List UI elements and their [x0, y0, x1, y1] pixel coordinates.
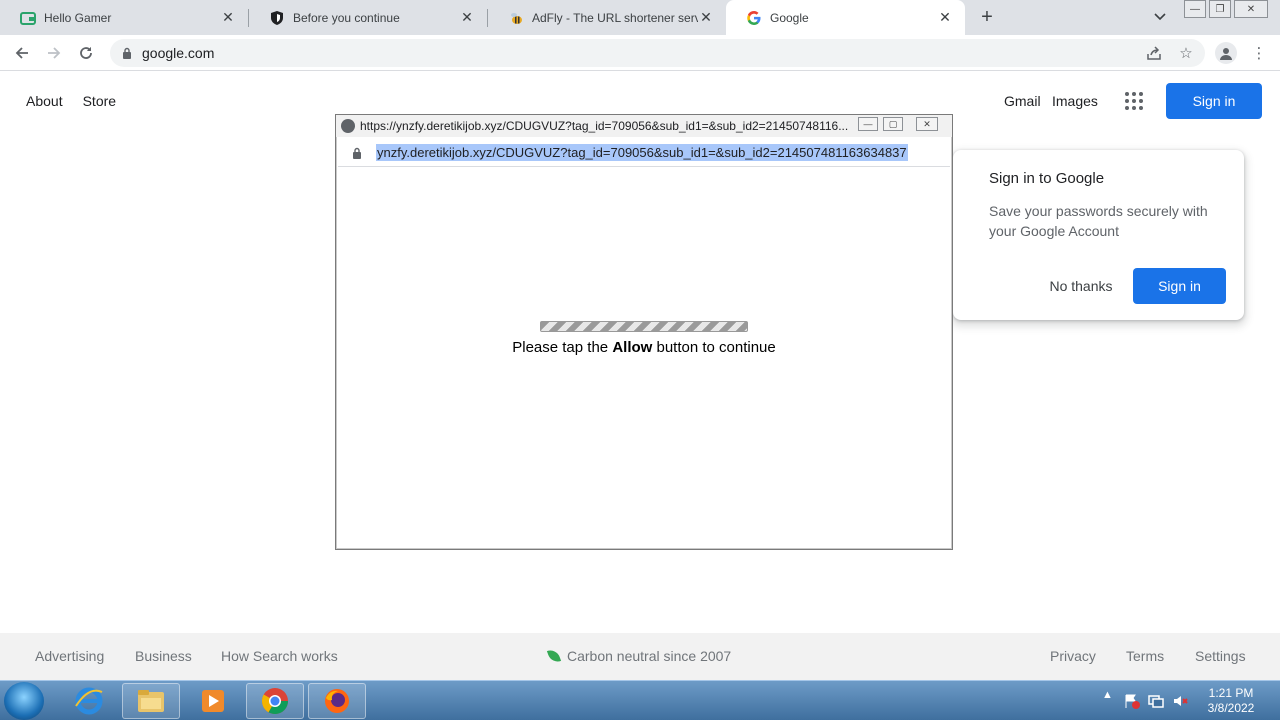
tab-title: AdFly - The URL shortener servic	[532, 10, 698, 25]
reload-button[interactable]	[73, 40, 99, 66]
lock-icon	[353, 147, 361, 159]
windows-taskbar: ▲ 1:21 PM 3/8/2022	[0, 680, 1280, 720]
store-link[interactable]: Store	[83, 93, 116, 109]
card-heading: Sign in to Google	[989, 170, 1105, 187]
shield-icon	[269, 10, 285, 26]
popup-close-button[interactable]: ✕	[916, 117, 938, 131]
images-link[interactable]: Images	[1052, 93, 1098, 109]
popup-title: https://ynzfy.deretikijob.xyz/CDUGVUZ?ta…	[360, 119, 849, 133]
carbon-text: Carbon neutral since 2007	[567, 648, 732, 664]
popup-address-bar[interactable]: ynzfy.deretikijob.xyz/CDUGVUZ?tag_id=709…	[338, 139, 950, 167]
back-button[interactable]	[9, 40, 35, 66]
tab-before-you-continue[interactable]: Before you continue ✕	[249, 0, 487, 35]
carbon-neutral-link[interactable]: Carbon neutral since 2007	[546, 647, 732, 665]
close-icon[interactable]: ✕	[937, 9, 953, 26]
popup-window: https://ynzfy.deretikijob.xyz/CDUGVUZ?ta…	[335, 114, 953, 550]
privacy-link[interactable]: Privacy	[1050, 648, 1096, 664]
business-link[interactable]: Business	[135, 648, 192, 664]
file-explorer-icon[interactable]	[122, 683, 180, 719]
popup-minimize-button[interactable]: —	[858, 117, 878, 131]
forward-button[interactable]	[41, 40, 67, 66]
msg-suffix: button to continue	[656, 339, 776, 356]
close-icon[interactable]: ✕	[220, 9, 236, 26]
minimize-button[interactable]: —	[1184, 0, 1206, 18]
media-player-icon[interactable]	[184, 683, 242, 719]
popup-url-selected[interactable]: ynzfy.deretikijob.xyz/CDUGVUZ?tag_id=709…	[376, 144, 908, 161]
tab-title: Google	[770, 10, 809, 25]
how-search-works-link[interactable]: How Search works	[221, 648, 338, 664]
sign-in-prompt-card: Sign in to Google Save your passwords se…	[953, 150, 1244, 320]
tab-adfly[interactable]: AdFly - The URL shortener servic ✕	[488, 0, 726, 35]
tab-google[interactable]: Google ✕	[726, 0, 965, 35]
no-thanks-button[interactable]: No thanks	[1036, 268, 1126, 304]
star-bookmark-icon[interactable]: ☆	[1177, 44, 1195, 62]
about-link[interactable]: About	[26, 93, 63, 109]
card-body: Save your passwords securely with your G…	[989, 203, 1208, 239]
address-bar[interactable]: google.com	[110, 39, 1205, 67]
clock-time: 1:21 PM	[1208, 686, 1254, 700]
leaf-icon	[546, 647, 562, 665]
network-icon[interactable]	[1148, 693, 1164, 709]
internet-explorer-icon[interactable]	[60, 683, 118, 719]
terms-link[interactable]: Terms	[1126, 648, 1164, 664]
google-left-nav: About Store	[26, 93, 116, 109]
speaker-muted-icon[interactable]	[1172, 693, 1188, 709]
msg-bold: Allow	[612, 339, 653, 356]
clock-date: 3/8/2022	[1207, 701, 1255, 715]
tab-hello-gamer[interactable]: Hello Gamer ✕	[0, 0, 248, 35]
card-sign-in-button[interactable]: Sign in	[1133, 268, 1226, 304]
allow-message: Please tap the Allow button to continue	[336, 339, 952, 356]
start-button[interactable]	[4, 682, 44, 720]
google-sign-in-button[interactable]: Sign in	[1166, 83, 1262, 119]
close-icon[interactable]: ✕	[698, 9, 714, 26]
advertising-link[interactable]: Advertising	[35, 648, 104, 664]
tab-search-chevron-icon[interactable]	[1150, 7, 1170, 27]
show-hidden-icons-icon[interactable]: ▲	[1102, 689, 1113, 701]
lock-icon	[123, 47, 131, 59]
loading-bar	[540, 321, 748, 332]
tab-title: Hello Gamer	[44, 10, 112, 25]
close-icon[interactable]: ✕	[459, 9, 475, 26]
settings-link[interactable]: Settings	[1195, 648, 1246, 664]
address-url: google.com	[142, 45, 215, 61]
google-footer: Advertising Business How Search works Ca…	[0, 633, 1280, 680]
wallet-icon	[20, 10, 36, 26]
firefox-icon[interactable]	[308, 683, 366, 719]
gmail-link[interactable]: Gmail	[1004, 93, 1041, 109]
browser-toolbar: google.com ☆ ⋮	[0, 35, 1280, 71]
profile-avatar-icon[interactable]	[1215, 42, 1237, 64]
msg-prefix: Please tap the	[512, 339, 609, 356]
chrome-icon[interactable]	[246, 683, 304, 719]
tab-title: Before you continue	[293, 10, 400, 25]
share-icon[interactable]	[1145, 44, 1163, 62]
restore-button[interactable]: ❐	[1209, 0, 1231, 18]
google-apps-grid-icon[interactable]	[1125, 92, 1143, 110]
system-clock[interactable]: 1:21 PM 3/8/2022	[1196, 686, 1266, 716]
popup-maximize-button[interactable]: ▢	[883, 117, 903, 131]
google-g-icon	[746, 10, 762, 26]
tab-strip: Hello Gamer ✕ Before you continue ✕ AdFl…	[0, 0, 1280, 35]
close-window-button[interactable]: ✕	[1234, 0, 1268, 18]
new-tab-button[interactable]: +	[975, 5, 999, 29]
globe-icon	[341, 119, 355, 133]
action-center-flag-icon[interactable]	[1124, 693, 1140, 709]
bee-icon	[508, 10, 524, 26]
kebab-menu-icon[interactable]: ⋮	[1250, 44, 1268, 62]
